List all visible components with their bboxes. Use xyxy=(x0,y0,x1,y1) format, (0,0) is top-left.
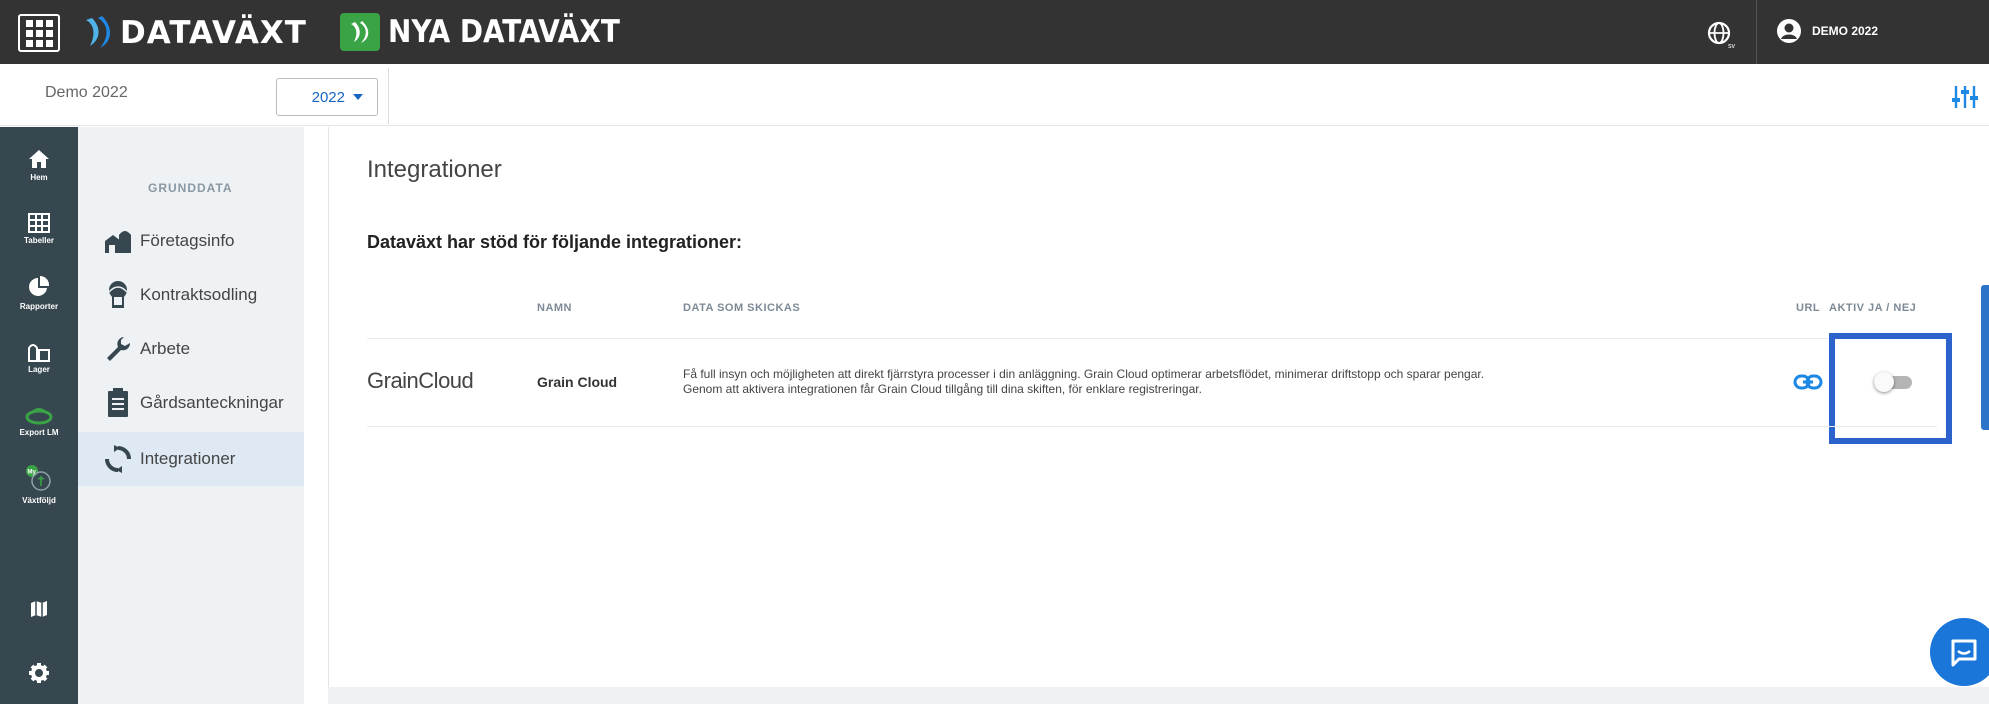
company-name: Demo 2022 xyxy=(45,84,128,101)
graincloud-logo: GrainCloud xyxy=(367,368,474,393)
description-line: Få full insyn och möjligheten att direkt… xyxy=(683,367,1485,381)
side-panel-tab[interactable] xyxy=(1981,285,1989,430)
year-value: 2022 xyxy=(311,88,345,106)
column-header-data: DATA SOM SKICKAS xyxy=(683,302,801,314)
dataväxt-leaf-icon xyxy=(86,16,111,48)
year-select[interactable]: 2022 xyxy=(276,78,378,116)
page-title: Integrationer xyxy=(367,156,502,183)
nav-item-export-lm[interactable]: Export LM xyxy=(0,389,78,453)
nav-item-tabeller[interactable]: Tabeller xyxy=(0,197,78,261)
submenu-item-företagsinfo[interactable]: Företagsinfo xyxy=(78,214,304,268)
submenu-item-arbete[interactable]: Arbete xyxy=(78,322,304,376)
nav-item-hem[interactable]: Hem xyxy=(0,133,78,197)
nav-label: Export LM xyxy=(19,428,59,437)
nya-dataväxt-logo[interactable]: NYA DATAVÄXT xyxy=(340,13,620,51)
submenu-item-gårdsanteckningar[interactable]: Gårdsanteckningar xyxy=(78,376,304,430)
submenu-item-kontraktsodling[interactable]: Kontraktsodling xyxy=(78,268,304,322)
submenu-header: GRUNDDATA xyxy=(148,181,233,195)
settings-sliders-icon[interactable] xyxy=(1950,82,1980,112)
active-toggle[interactable] xyxy=(1874,372,1912,392)
nya-dataväxt-badge-icon xyxy=(340,13,380,51)
dataväxt-logo[interactable]: DATAVÄXT xyxy=(80,14,307,52)
description-line: Genom att aktivera integrationen får Gra… xyxy=(683,382,1202,396)
nav-label: Hem xyxy=(30,173,48,182)
nav-label: Tabeller xyxy=(23,236,55,245)
column-header-name: NAMN xyxy=(537,302,572,314)
column-header-url: URL xyxy=(1796,302,1821,314)
nav-item-växtföljd[interactable]: My Växtföljd xyxy=(0,453,78,517)
submenu-item-label: Företagsinfo xyxy=(140,231,235,250)
nav-label: Växtföljd xyxy=(22,496,56,505)
sync-icon xyxy=(102,443,134,475)
nav-item-map[interactable] xyxy=(0,577,78,641)
submenu-item-label: Arbete xyxy=(140,339,191,358)
chevron-down-icon xyxy=(353,94,363,100)
nav-item-rapporter[interactable]: Rapporter xyxy=(0,261,78,325)
contract-icon xyxy=(102,279,134,311)
gear-icon xyxy=(29,663,49,683)
chat-launcher-button[interactable] xyxy=(1930,618,1989,686)
brand-name: DATAVÄXT xyxy=(120,15,307,51)
table-icon xyxy=(28,213,50,233)
wrench-icon xyxy=(102,333,134,365)
home-icon xyxy=(29,150,49,168)
submenu-item-label: Kontraktsodling xyxy=(140,285,258,304)
farm-icon xyxy=(102,225,134,257)
language-globe-icon[interactable]: sv xyxy=(1706,20,1738,50)
main-content xyxy=(328,127,1989,687)
subbar-divider xyxy=(388,68,389,124)
submenu-item-label: Gårdsanteckningar xyxy=(140,393,284,412)
warehouse-icon xyxy=(28,344,50,362)
language-code: sv xyxy=(1728,43,1736,50)
user-menu[interactable]: DEMO 2022 xyxy=(1776,18,1878,44)
integrations-lead: Dataväxt har stöd för följande integrati… xyxy=(367,232,743,252)
apps-grid-icon[interactable] xyxy=(18,14,60,52)
notes-icon xyxy=(102,387,134,419)
table-divider xyxy=(367,426,1937,427)
chat-icon xyxy=(1951,639,1977,667)
nav-item-settings[interactable] xyxy=(0,641,78,705)
map-icon xyxy=(31,601,47,617)
integration-name: Grain Cloud xyxy=(537,374,618,390)
export-lm-icon xyxy=(25,408,53,425)
topbar-divider xyxy=(1756,0,1757,64)
nav-label: Lager xyxy=(28,365,50,374)
link-icon[interactable] xyxy=(1793,370,1825,394)
table-divider xyxy=(367,338,1937,339)
user-avatar-icon xyxy=(1777,19,1801,43)
submenu-item-integrationer[interactable]: Integrationer xyxy=(78,432,304,486)
bottom-band xyxy=(328,687,1989,704)
pie-chart-icon xyxy=(29,275,50,296)
nav-label: Rapporter xyxy=(19,302,59,311)
submenu-item-label: Integrationer xyxy=(140,449,236,468)
nav-item-lager[interactable]: Lager xyxy=(0,325,78,389)
user-label: DEMO 2022 xyxy=(1812,24,1879,38)
new-brand-name: NYA DATAVÄXT xyxy=(388,14,620,50)
top-bar: DATAVÄXT NYA DATAVÄXT sv DEMO 2022 xyxy=(0,0,1989,64)
toggle-knob xyxy=(1874,372,1894,392)
left-nav: Hem Tabeller Rapporter Lager Export LM M… xyxy=(0,127,78,704)
integration-description: Få full insyn och möjligheten att direkt… xyxy=(683,367,1763,397)
crop-rotation-icon: My xyxy=(26,465,51,491)
column-header-active: AKTIV JA / NEJ xyxy=(1829,302,1917,314)
